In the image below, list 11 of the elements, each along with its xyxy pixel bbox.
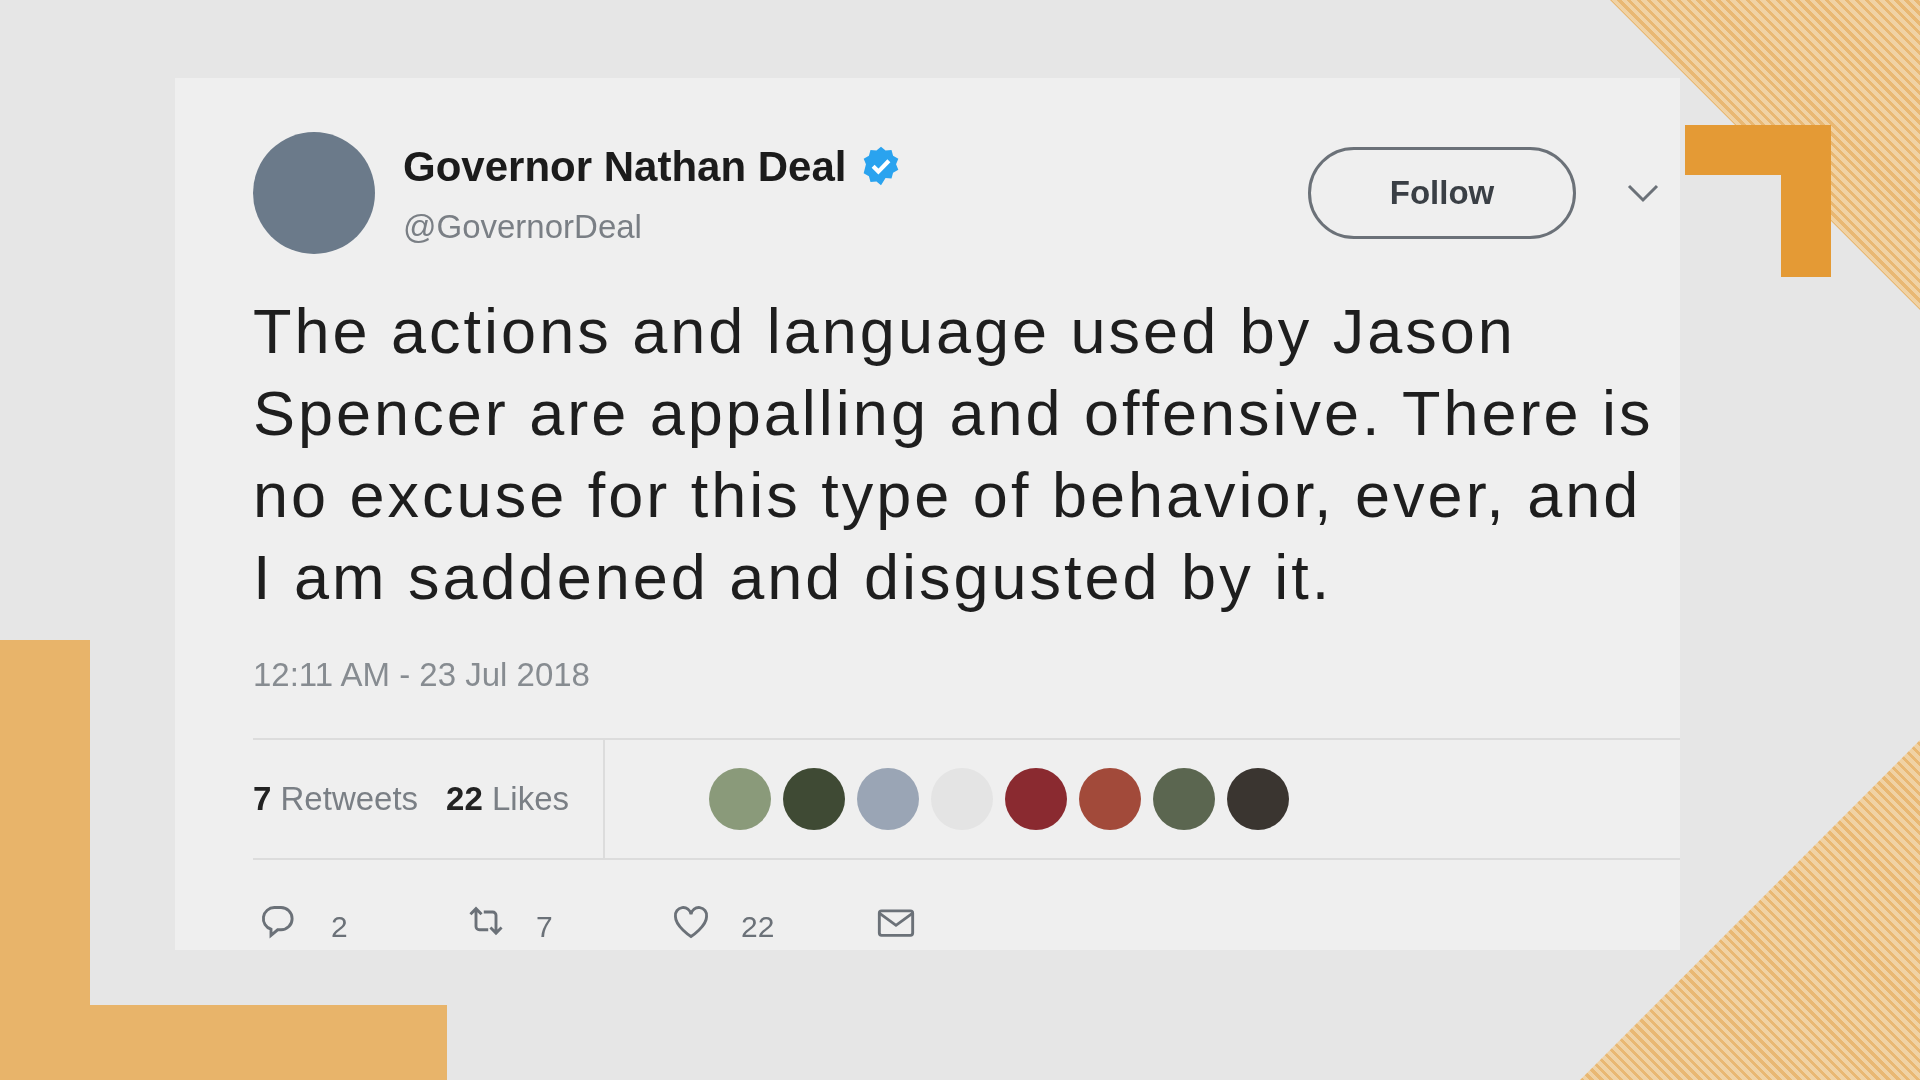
action-count: 7 (536, 908, 553, 945)
stat-link[interactable]: 22 Likes (446, 773, 570, 824)
account-handle: @GovernorDeal (403, 206, 643, 247)
chevron-down-icon[interactable] (1626, 183, 1660, 203)
action-count: 22 (741, 908, 775, 945)
tweet-text: The actions and language used by Jason Spencer are appalling and offensive. There is no excuse for this type of behavior, ever, and I am saddened and disgusted by it. (253, 295, 1655, 614)
action-count: 2 (331, 908, 348, 945)
follow-button[interactable]: Follow (1308, 147, 1576, 239)
account-name: Governor Nathan Deal (403, 141, 847, 192)
stat-link[interactable]: 7 Retweets (253, 773, 419, 824)
timestamp: 12:11 AM - 23 Jul 2018 (253, 655, 591, 695)
